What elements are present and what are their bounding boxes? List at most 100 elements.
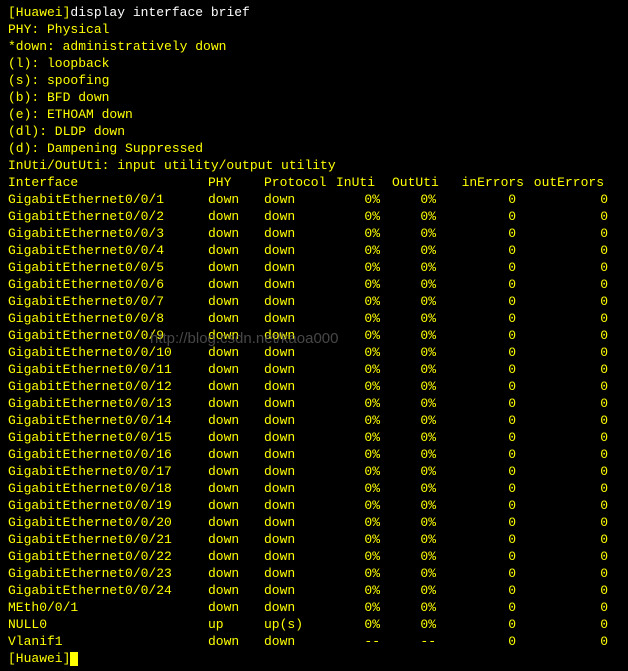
- interface-name: GigabitEthernet0/0/10: [8, 344, 208, 361]
- oututi-value: 0%: [392, 225, 448, 242]
- table-row: GigabitEthernet0/0/17downdown0%0%00: [8, 463, 620, 480]
- outerrors-value: 0: [528, 225, 608, 242]
- table-row: GigabitEthernet0/0/19downdown0%0%00: [8, 497, 620, 514]
- protocol-status: down: [264, 548, 336, 565]
- protocol-status: down: [264, 327, 336, 344]
- outerrors-value: 0: [528, 599, 608, 616]
- legend-line: (s): spoofing: [8, 72, 620, 89]
- table-row: GigabitEthernet0/0/16downdown0%0%00: [8, 446, 620, 463]
- table-row: GigabitEthernet0/0/14downdown0%0%00: [8, 412, 620, 429]
- inuti-value: 0%: [336, 480, 392, 497]
- protocol-status: down: [264, 531, 336, 548]
- outerrors-value: 0: [528, 480, 608, 497]
- outerrors-value: 0: [528, 429, 608, 446]
- inerrors-value: 0: [448, 412, 528, 429]
- col-phy-header: PHY: [208, 174, 264, 191]
- inuti-value: 0%: [336, 599, 392, 616]
- inerrors-value: 0: [448, 480, 528, 497]
- inerrors-value: 0: [448, 378, 528, 395]
- interface-name: GigabitEthernet0/0/9: [8, 327, 208, 344]
- phy-status: down: [208, 293, 264, 310]
- inerrors-value: 0: [448, 446, 528, 463]
- inerrors-value: 0: [448, 208, 528, 225]
- outerrors-value: 0: [528, 395, 608, 412]
- inerrors-value: 0: [448, 293, 528, 310]
- outerrors-value: 0: [528, 616, 608, 633]
- inuti-value: 0%: [336, 259, 392, 276]
- outerrors-value: 0: [528, 310, 608, 327]
- oututi-value: 0%: [392, 514, 448, 531]
- interface-name: MEth0/0/1: [8, 599, 208, 616]
- oututi-value: 0%: [392, 276, 448, 293]
- phy-status: down: [208, 378, 264, 395]
- cursor: [70, 652, 78, 666]
- col-interface-header: Interface: [8, 174, 208, 191]
- interface-name: GigabitEthernet0/0/19: [8, 497, 208, 514]
- inuti-value: 0%: [336, 616, 392, 633]
- outerrors-value: 0: [528, 514, 608, 531]
- outerrors-value: 0: [528, 412, 608, 429]
- oututi-value: 0%: [392, 531, 448, 548]
- table-row: GigabitEthernet0/0/12downdown0%0%00: [8, 378, 620, 395]
- inerrors-value: 0: [448, 497, 528, 514]
- outerrors-value: 0: [528, 242, 608, 259]
- inuti-value: --: [336, 633, 392, 650]
- inerrors-value: 0: [448, 361, 528, 378]
- protocol-status: down: [264, 310, 336, 327]
- prompt-line[interactable]: [Huawei]: [8, 650, 620, 667]
- protocol-status: down: [264, 446, 336, 463]
- interface-name: GigabitEthernet0/0/4: [8, 242, 208, 259]
- phy-status: down: [208, 191, 264, 208]
- inerrors-value: 0: [448, 242, 528, 259]
- interface-name: GigabitEthernet0/0/7: [8, 293, 208, 310]
- inerrors-value: 0: [448, 225, 528, 242]
- interface-name: Vlanif1: [8, 633, 208, 650]
- phy-status: down: [208, 514, 264, 531]
- interface-name: GigabitEthernet0/0/23: [8, 565, 208, 582]
- inerrors-value: 0: [448, 582, 528, 599]
- protocol-status: down: [264, 480, 336, 497]
- protocol-status: down: [264, 293, 336, 310]
- interface-name: GigabitEthernet0/0/18: [8, 480, 208, 497]
- oututi-value: 0%: [392, 412, 448, 429]
- outerrors-value: 0: [528, 276, 608, 293]
- oututi-value: 0%: [392, 565, 448, 582]
- protocol-status: down: [264, 633, 336, 650]
- phy-status: down: [208, 259, 264, 276]
- phy-status: down: [208, 242, 264, 259]
- oututi-value: 0%: [392, 344, 448, 361]
- phy-status: down: [208, 310, 264, 327]
- col-protocol-header: Protocol: [264, 174, 336, 191]
- phy-status: down: [208, 565, 264, 582]
- oututi-value: 0%: [392, 599, 448, 616]
- inuti-value: 0%: [336, 429, 392, 446]
- col-inerrors-header: inErrors: [448, 174, 528, 191]
- interface-name: GigabitEthernet0/0/3: [8, 225, 208, 242]
- inerrors-value: 0: [448, 191, 528, 208]
- outerrors-value: 0: [528, 633, 608, 650]
- table-row: GigabitEthernet0/0/18downdown0%0%00: [8, 480, 620, 497]
- phy-status: down: [208, 225, 264, 242]
- phy-status: down: [208, 463, 264, 480]
- oututi-value: 0%: [392, 497, 448, 514]
- legend-line: InUti/OutUti: input utility/output utili…: [8, 157, 620, 174]
- prompt-text: [Huawei]: [8, 651, 70, 666]
- table-row: Vlanif1downdown----00: [8, 633, 620, 650]
- inuti-value: 0%: [336, 276, 392, 293]
- inerrors-value: 0: [448, 599, 528, 616]
- col-oututi-header: OutUti: [392, 174, 448, 191]
- oututi-value: 0%: [392, 378, 448, 395]
- inerrors-value: 0: [448, 514, 528, 531]
- inuti-value: 0%: [336, 242, 392, 259]
- protocol-status: down: [264, 582, 336, 599]
- inuti-value: 0%: [336, 208, 392, 225]
- protocol-status: down: [264, 344, 336, 361]
- phy-status: down: [208, 276, 264, 293]
- protocol-status: down: [264, 395, 336, 412]
- table-row: GigabitEthernet0/0/13downdown0%0%00: [8, 395, 620, 412]
- legend-line: (d): Dampening Suppressed: [8, 140, 620, 157]
- protocol-status: down: [264, 463, 336, 480]
- interface-name: NULL0: [8, 616, 208, 633]
- interface-name: GigabitEthernet0/0/12: [8, 378, 208, 395]
- inerrors-value: 0: [448, 531, 528, 548]
